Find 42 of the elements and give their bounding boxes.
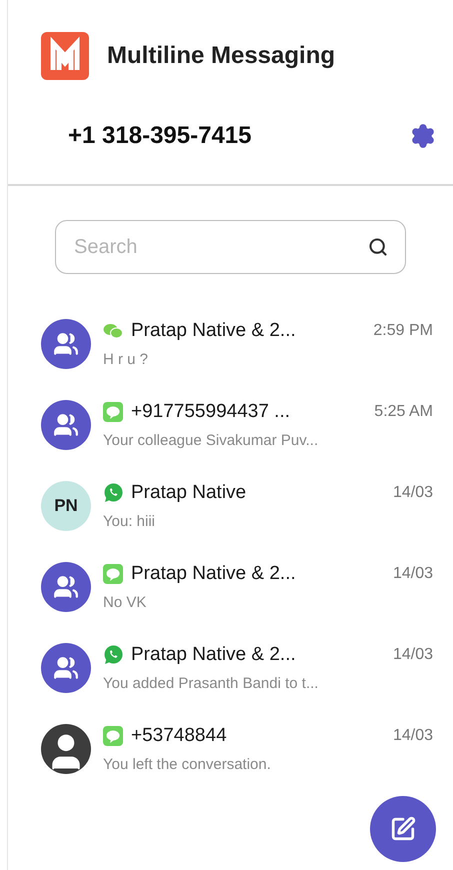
message-preview: You added Prasanth Bandi to t... bbox=[103, 674, 320, 694]
conversation-name: Pratap Native & 2... bbox=[131, 319, 296, 343]
initials-avatar: PN bbox=[41, 481, 91, 531]
message-preview: You left the conversation. bbox=[103, 754, 272, 774]
conversation-name: Pratap Native & 2... bbox=[131, 562, 296, 586]
person-avatar bbox=[41, 724, 91, 774]
compose-icon bbox=[390, 816, 416, 842]
chat-bubble-icon bbox=[103, 402, 123, 422]
search-field[interactable]: Search bbox=[55, 220, 406, 274]
conversation-time: 14/03 bbox=[392, 564, 433, 584]
group-avatar bbox=[41, 562, 91, 612]
group-avatar bbox=[41, 319, 91, 369]
chat-bubble-icon bbox=[103, 564, 123, 584]
conversation-time: 14/03 bbox=[392, 645, 433, 666]
message-preview: You: hiii bbox=[103, 512, 156, 532]
conversation-time: 5:25 AM bbox=[374, 402, 433, 422]
message-preview: Your colleague Sivakumar Puv... bbox=[103, 430, 320, 450]
conversation-item[interactable]: Pratap Native & 2... 2:59 PM H r u ? bbox=[41, 318, 433, 370]
conversation-item[interactable]: +917755994437 ... 5:25 AM Your colleague Sivakumar Puv... bbox=[41, 399, 433, 451]
conversation-item[interactable]: PN Pratap Native 14/03 You: hiii bbox=[41, 480, 433, 532]
message-preview: No VK bbox=[103, 592, 148, 612]
conversation-name: Pratap Native & 2... bbox=[131, 643, 296, 667]
phone-number: +1 318-395-7415 bbox=[68, 121, 252, 151]
conversation-time: 2:59 PM bbox=[373, 321, 433, 342]
conversation-time: 14/03 bbox=[392, 483, 433, 504]
app-logo-icon bbox=[41, 32, 89, 80]
chat-bubble-icon bbox=[103, 726, 123, 746]
conversation-item[interactable]: +53748844 14/03 You left the conversation. bbox=[41, 723, 433, 775]
group-avatar bbox=[41, 400, 91, 450]
app-title: Multiline Messaging bbox=[107, 41, 336, 71]
search-icon bbox=[368, 237, 388, 257]
message-preview: H r u ? bbox=[103, 350, 150, 370]
conversation-item[interactable]: Pratap Native & 2... 14/03 You added Prasanth Bandi to t... bbox=[41, 642, 433, 694]
conversation-name: Pratap Native bbox=[131, 481, 246, 505]
chat-bubbles-icon bbox=[103, 323, 123, 340]
conversation-name: +53748844 bbox=[131, 724, 227, 748]
phone-bubble-icon bbox=[103, 483, 123, 504]
conversation-item[interactable]: Pratap Native & 2... 14/03 No VK bbox=[41, 561, 433, 613]
phone-bubble-icon bbox=[103, 645, 123, 666]
conversation-name: +917755994437 ... bbox=[131, 400, 290, 424]
conversation-time: 14/03 bbox=[392, 726, 433, 746]
group-avatar bbox=[41, 643, 91, 693]
